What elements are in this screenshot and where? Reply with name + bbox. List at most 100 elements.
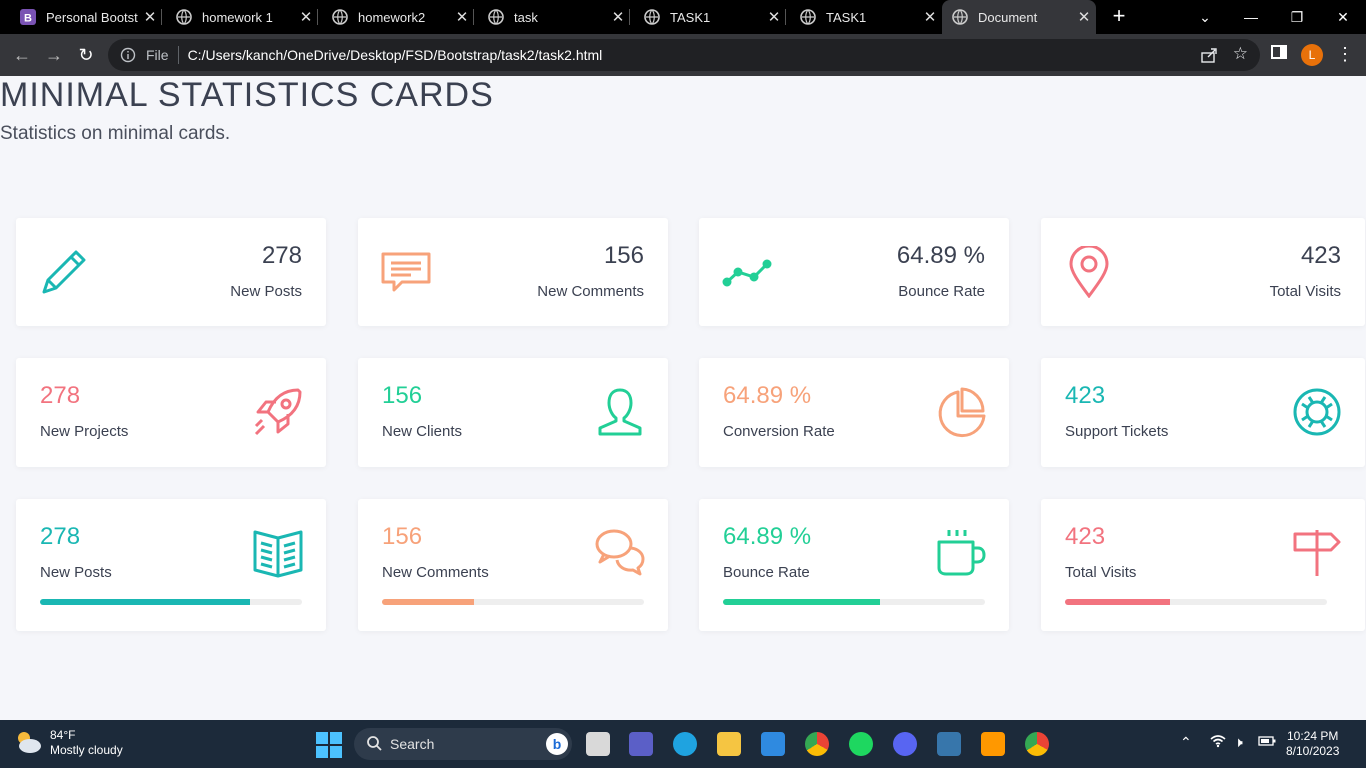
pie-chart-icon xyxy=(935,386,987,438)
spotify-icon[interactable] xyxy=(849,732,873,756)
browser-menu-icon[interactable]: ⋮ xyxy=(1336,44,1354,66)
bootstrap-icon: B xyxy=(20,9,36,25)
stat-value: 64.89 % xyxy=(896,242,985,269)
chevron-up-icon[interactable]: ⌃ xyxy=(1180,734,1192,751)
tab-title: task xyxy=(514,9,538,25)
teams-chat-icon[interactable] xyxy=(629,732,653,756)
pencil-icon xyxy=(38,246,90,298)
search-label: Search xyxy=(390,736,435,752)
taskbar: 84°F Mostly cloudy Search b ⌃ 🕨 10:24 PM… xyxy=(0,720,1366,768)
svg-text:B: B xyxy=(24,13,32,25)
back-button[interactable]: ← xyxy=(10,43,34,67)
address-bar[interactable]: File C:/Users/kanch/OneDrive/Desktop/FSD… xyxy=(108,39,1260,71)
tab-task1[interactable]: TASK1 ✕ xyxy=(634,0,786,34)
task-view-icon[interactable] xyxy=(586,732,610,756)
stat-label: Support Tickets xyxy=(1065,423,1169,440)
wifi-icon[interactable] xyxy=(1210,734,1226,751)
rocket-icon xyxy=(252,386,304,438)
tab-title: homework2 xyxy=(358,9,426,25)
tab-task1-second[interactable]: TASK1 ✕ xyxy=(790,0,942,34)
globe-icon xyxy=(176,9,192,25)
bookmark-star-icon[interactable]: ☆ xyxy=(1233,44,1248,64)
file-explorer-icon[interactable] xyxy=(717,732,741,756)
stat-value: 64.89 % xyxy=(723,523,812,550)
new-tab-button[interactable]: + xyxy=(1106,4,1132,30)
tab-homework2[interactable]: homework2 ✕ xyxy=(322,0,474,34)
python-icon[interactable] xyxy=(937,732,961,756)
windows-start-icon[interactable] xyxy=(316,732,342,758)
chrome-profile-icon[interactable] xyxy=(1025,732,1049,756)
globe-icon xyxy=(644,9,660,25)
stat-label: New Posts xyxy=(230,283,302,300)
tab-title: Document xyxy=(978,9,1038,25)
stat-card-new-posts: 278 New Posts xyxy=(16,218,326,326)
minimize-button[interactable]: — xyxy=(1228,0,1274,34)
tab-search-chevron-icon[interactable]: ⌄ xyxy=(1182,0,1228,34)
battery-icon[interactable] xyxy=(1258,734,1276,750)
globe-icon xyxy=(332,9,348,25)
stat-value: 423 xyxy=(1065,523,1106,550)
close-icon[interactable]: ✕ xyxy=(918,8,942,26)
mail-icon[interactable] xyxy=(761,732,785,756)
url-text[interactable]: C:/Users/kanch/OneDrive/Desktop/FSD/Boot… xyxy=(188,47,603,63)
close-window-button[interactable]: ✕ xyxy=(1320,0,1366,34)
tab-title: Personal Bootstrap xyxy=(46,9,138,25)
stat-card-total-visits: 423 Total Visits xyxy=(1041,218,1365,326)
close-icon[interactable]: ✕ xyxy=(294,8,318,26)
stat-value: 278 xyxy=(261,242,302,269)
tab-task[interactable]: task ✕ xyxy=(478,0,630,34)
clock-time: 10:24 PM xyxy=(1287,729,1339,743)
reload-button[interactable]: ↻ xyxy=(74,43,98,67)
progress-fill xyxy=(382,599,474,605)
stat-card-bounce-rate-progress: 64.89 % Bounce Rate xyxy=(699,499,1009,631)
tab-document[interactable]: Document ✕ xyxy=(942,0,1096,34)
user-icon xyxy=(594,386,646,438)
trend-line-icon xyxy=(721,246,773,298)
close-icon[interactable]: ✕ xyxy=(138,8,162,26)
sublime-text-icon[interactable] xyxy=(981,732,1005,756)
progress-bar xyxy=(723,599,985,605)
signpost-icon xyxy=(1291,526,1343,578)
close-icon[interactable]: ✕ xyxy=(606,8,630,26)
book-icon xyxy=(252,526,304,578)
coffee-cup-icon xyxy=(935,526,987,578)
progress-fill xyxy=(723,599,881,605)
discord-icon[interactable] xyxy=(893,732,917,756)
page-subtitle: Statistics on minimal cards. xyxy=(0,123,231,144)
info-icon[interactable] xyxy=(120,47,136,63)
close-icon[interactable]: ✕ xyxy=(1072,8,1096,26)
bing-icon[interactable]: b xyxy=(546,733,568,755)
file-scheme-label: File xyxy=(146,47,169,63)
life-buoy-icon xyxy=(1291,386,1343,438)
stat-label: Bounce Rate xyxy=(898,283,985,300)
edge-icon[interactable] xyxy=(673,732,697,756)
restore-button[interactable]: ❐ xyxy=(1274,0,1320,34)
profile-avatar[interactable]: L xyxy=(1301,44,1323,66)
taskbar-search[interactable]: Search b xyxy=(354,728,572,760)
close-icon[interactable]: ✕ xyxy=(450,8,474,26)
globe-icon xyxy=(952,9,968,25)
stat-card-new-comments-progress: 156 New Comments xyxy=(358,499,668,631)
weather-widget[interactable]: 84°F Mostly cloudy xyxy=(14,728,123,759)
tab-personal-bootstrap[interactable]: B Personal Bootstrap ✕ xyxy=(10,0,162,34)
progress-bar xyxy=(382,599,644,605)
chat-bubbles-icon xyxy=(594,526,646,578)
volume-muted-icon[interactable]: 🕨 xyxy=(1234,734,1243,751)
close-icon[interactable]: ✕ xyxy=(762,8,786,26)
stat-card-total-visits-progress: 423 Total Visits xyxy=(1041,499,1365,631)
progress-fill xyxy=(40,599,250,605)
progress-bar xyxy=(1065,599,1327,605)
system-clock[interactable]: 10:24 PM 8/10/2023 xyxy=(1286,729,1339,759)
weather-temperature: 84°F xyxy=(50,728,76,742)
tab-homework-1[interactable]: homework 1 ✕ xyxy=(166,0,318,34)
forward-button[interactable]: → xyxy=(42,43,66,67)
browser-toolbar: ← → ↻ File C:/Users/kanch/OneDrive/Deskt… xyxy=(0,34,1366,76)
side-panel-icon[interactable] xyxy=(1271,45,1287,59)
share-icon[interactable] xyxy=(1200,46,1218,67)
tab-title: TASK1 xyxy=(826,9,867,25)
stat-label: New Projects xyxy=(40,423,129,440)
chrome-icon[interactable] xyxy=(805,732,829,756)
stat-value: 423 xyxy=(1065,382,1106,409)
page-content: MINIMAL STATISTICS CARDS Statistics on m… xyxy=(0,76,1366,720)
globe-icon xyxy=(488,9,504,25)
